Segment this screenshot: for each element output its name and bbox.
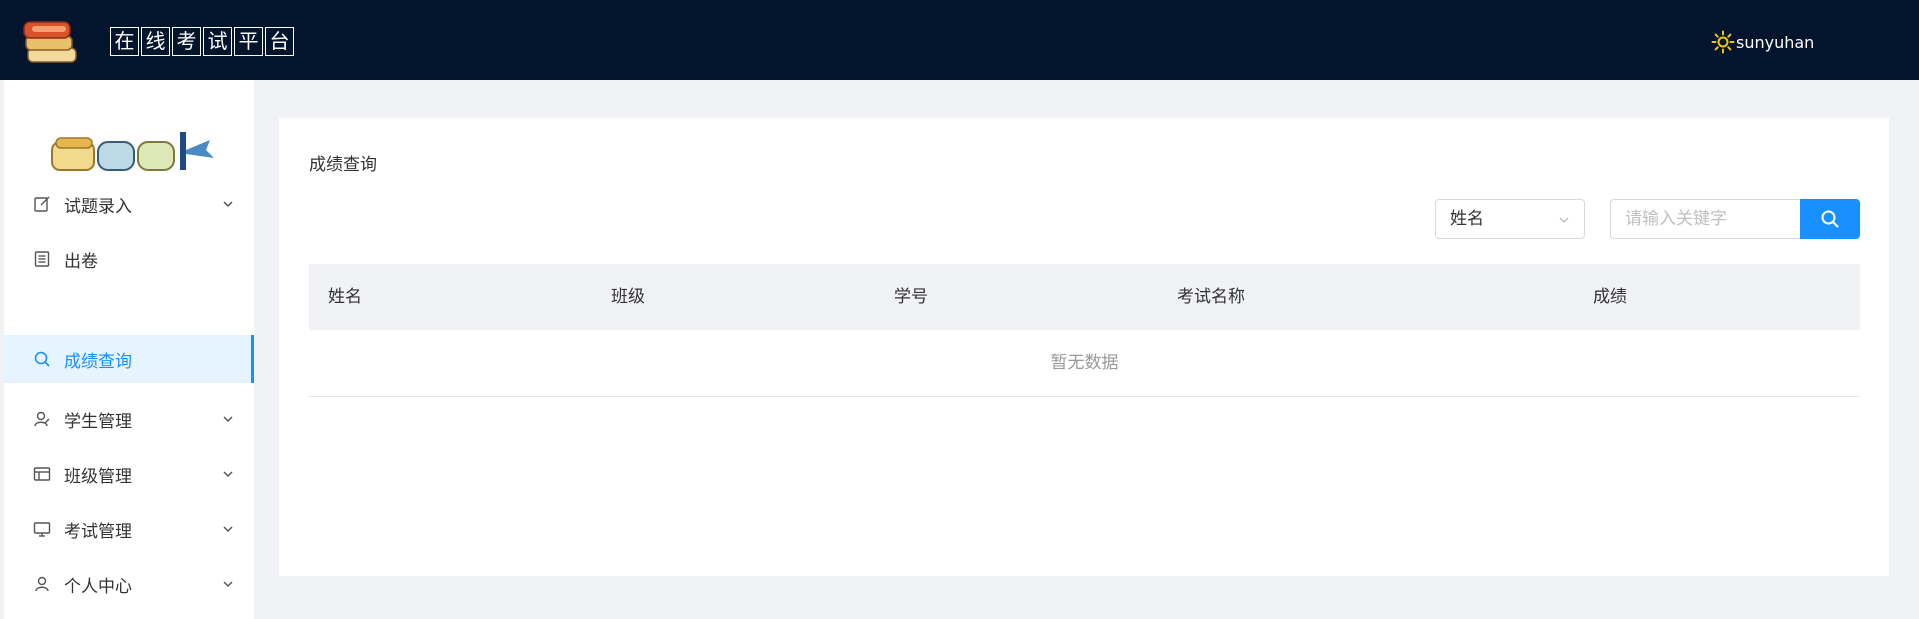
title-char: 线	[141, 27, 170, 56]
sun-icon	[1711, 30, 1735, 54]
sidebar-item-label: 考试管理	[64, 521, 132, 542]
title-char: 考	[172, 27, 201, 56]
title-char: 平	[234, 27, 263, 56]
user-manage-icon	[34, 411, 50, 427]
page-title: 成绩查询	[309, 155, 377, 175]
chevron-down-icon	[223, 201, 233, 208]
content-card: 成绩查询 姓名 姓名 班级 学号 考试名称 成绩 暂无数据	[279, 118, 1889, 576]
sidebar-item-exam-management[interactable]: 考试管理	[4, 505, 254, 553]
sidebar-item-label: 学生管理	[64, 411, 132, 432]
sidebar-item-label: 成绩查询	[64, 351, 132, 372]
chevron-down-icon	[223, 581, 233, 588]
edit-icon	[34, 196, 50, 212]
sidebar-item-class-management[interactable]: 班级管理	[4, 450, 254, 498]
username: sunyuhan	[1736, 32, 1815, 52]
column-header-exam-name: 考试名称	[1177, 287, 1245, 307]
sidebar-item-personal-center[interactable]: 个人中心	[4, 560, 254, 608]
platform-title: 在 线 考 试 平 台	[110, 27, 294, 57]
search-button[interactable]	[1800, 199, 1860, 239]
search-field-select[interactable]: 姓名	[1435, 199, 1585, 239]
sidebar-item-question-entry[interactable]: 试题录入	[4, 180, 254, 228]
search-icon	[34, 351, 50, 367]
user-icon	[35, 576, 49, 592]
column-header-class: 班级	[611, 287, 645, 307]
score-table: 姓名 班级 学号 考试名称 成绩 暂无数据	[309, 264, 1860, 397]
column-header-student-id: 学号	[894, 287, 928, 307]
top-header: 在 线 考 试 平 台 sunyuhan	[0, 0, 1919, 80]
books-logo-icon	[23, 21, 77, 63]
monitor-icon	[33, 522, 51, 537]
title-char: 在	[110, 27, 139, 56]
sidebar: 试题录入 出卷 成绩查询 学生管理 班级管理 考试管理 个人中心	[4, 80, 254, 619]
chevron-down-icon	[223, 526, 233, 533]
keyword-search-input[interactable]	[1610, 199, 1805, 239]
sidebar-item-score-query[interactable]: 成绩查询	[4, 335, 254, 383]
sidebar-item-student-management[interactable]: 学生管理	[4, 395, 254, 443]
chevron-down-icon	[223, 471, 233, 478]
chevron-down-icon	[223, 416, 233, 423]
column-header-score: 成绩	[1593, 287, 1627, 307]
select-value: 姓名	[1450, 209, 1484, 229]
sidebar-item-label: 出卷	[64, 251, 98, 272]
column-header-name: 姓名	[328, 287, 362, 307]
sidebar-item-label: 个人中心	[64, 576, 132, 597]
sidebar-item-make-paper[interactable]: 出卷	[4, 235, 254, 283]
book-logo-icon	[51, 132, 214, 171]
user-menu[interactable]: sunyuhan	[1711, 30, 1814, 54]
sidebar-item-label: 试题录入	[64, 196, 132, 217]
title-char: 试	[203, 27, 232, 56]
search-icon	[1821, 210, 1839, 228]
table-header: 姓名 班级 学号 考试名称 成绩	[309, 264, 1860, 330]
table-icon	[33, 467, 51, 481]
document-icon	[34, 251, 50, 267]
title-char: 台	[265, 27, 294, 56]
chevron-down-icon	[1559, 217, 1569, 224]
sidebar-item-label: 班级管理	[64, 466, 132, 487]
empty-state-text: 暂无数据	[309, 330, 1860, 397]
